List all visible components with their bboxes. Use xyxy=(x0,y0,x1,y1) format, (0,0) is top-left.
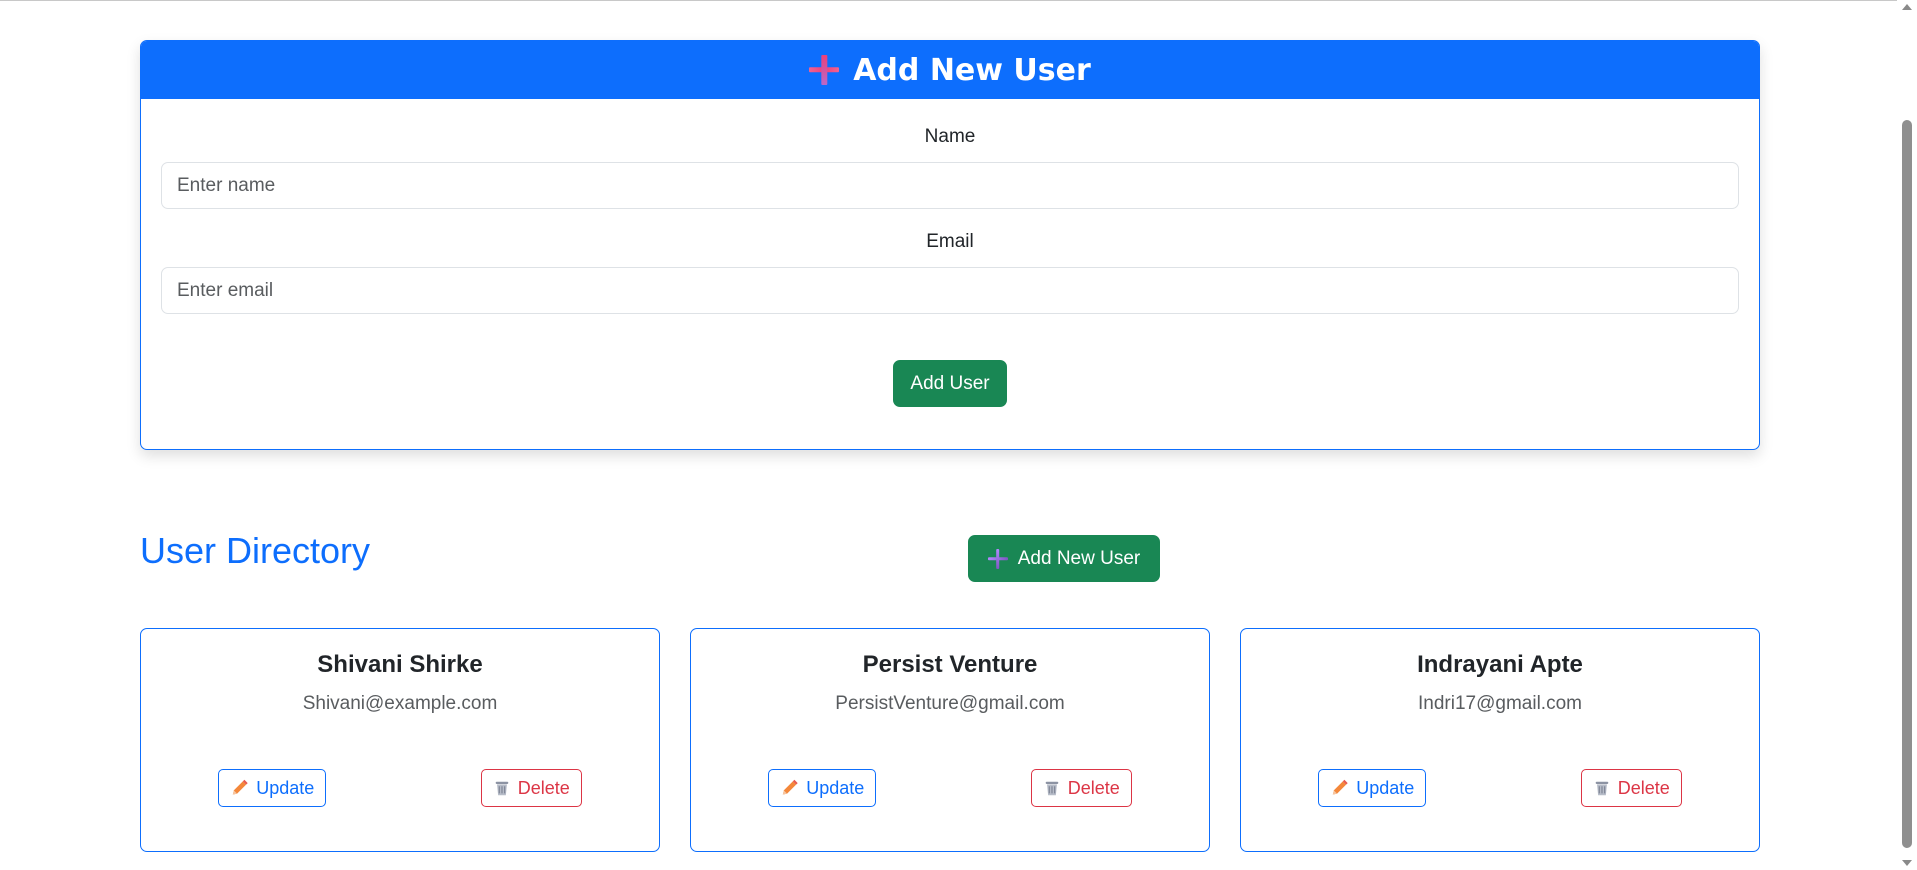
card-actions: Update Delete xyxy=(691,769,1209,807)
delete-button-label: Delete xyxy=(1067,777,1120,798)
update-button[interactable]: Update xyxy=(218,769,327,807)
plus-icon xyxy=(988,549,1008,569)
email-label: Email xyxy=(926,231,974,252)
user-email: Indri17@gmail.com xyxy=(1418,693,1582,714)
add-new-user-button[interactable]: Add New User xyxy=(968,535,1160,582)
user-email: Shivani@example.com xyxy=(302,693,498,714)
delete-button[interactable]: Delete xyxy=(480,769,582,807)
user-email: PersistVenture@gmail.com xyxy=(835,693,1065,714)
form-card-title: Add New User xyxy=(853,52,1091,88)
add-new-user-button-label: Add New User xyxy=(1017,547,1141,569)
user-card: Indrayani Apte Indri17@gmail.com Update … xyxy=(1240,628,1760,852)
user-directory-title: User Directory xyxy=(140,530,371,571)
scroll-up-arrow-icon[interactable] xyxy=(1902,4,1912,10)
add-user-form-card: Add New User Name Email Add User xyxy=(140,40,1760,450)
pencil-icon xyxy=(233,779,248,795)
wastebasket-icon xyxy=(1045,781,1059,796)
form-actions: Add User xyxy=(161,360,1739,407)
update-button-label: Update xyxy=(1356,777,1415,798)
user-name: Persist Venture xyxy=(862,651,1038,678)
user-name: Shivani Shirke xyxy=(317,651,483,678)
card-actions: Update Delete xyxy=(1241,769,1759,807)
wastebasket-icon xyxy=(1595,781,1609,796)
update-button[interactable]: Update xyxy=(768,769,877,807)
user-card: Shivani Shirke Shivani@example.com Updat… xyxy=(140,628,660,852)
delete-button-label: Delete xyxy=(517,777,570,798)
update-button-label: Update xyxy=(806,777,865,798)
scroll-down-arrow-icon[interactable] xyxy=(1902,860,1912,866)
card-actions: Update Delete xyxy=(141,769,659,807)
name-label: Name xyxy=(924,126,976,147)
add-user-submit-button[interactable]: Add User xyxy=(893,360,1007,407)
form-card-header: Add New User xyxy=(141,41,1759,99)
user-card-list: Shivani Shirke Shivani@example.com Updat… xyxy=(140,628,1760,852)
pencil-icon xyxy=(783,779,798,795)
user-card: Persist Venture PersistVenture@gmail.com… xyxy=(690,628,1210,852)
scrollbar-thumb[interactable] xyxy=(1902,120,1912,848)
delete-button[interactable]: Delete xyxy=(1030,769,1132,807)
update-button-label: Update xyxy=(256,777,315,798)
delete-button[interactable]: Delete xyxy=(1580,769,1682,807)
pencil-icon xyxy=(1333,779,1348,795)
wastebasket-icon xyxy=(495,781,509,796)
page-scrollbar[interactable] xyxy=(1897,0,1917,870)
delete-button-label: Delete xyxy=(1617,777,1670,798)
user-name: Indrayani Apte xyxy=(1417,651,1583,678)
email-input[interactable] xyxy=(161,267,1739,314)
form-body: Name Email Add User xyxy=(141,126,1759,407)
update-button[interactable]: Update xyxy=(1318,769,1427,807)
name-input[interactable] xyxy=(161,162,1739,209)
top-border xyxy=(0,0,1897,1)
plus-icon xyxy=(809,55,839,85)
